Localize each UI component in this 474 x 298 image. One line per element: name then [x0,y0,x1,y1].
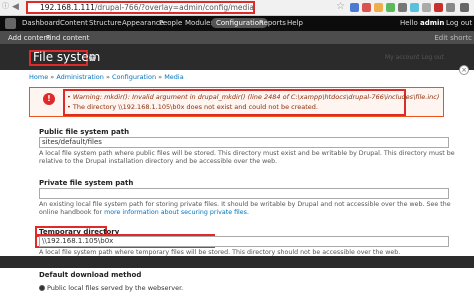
error-line-directory: • The directory \\192.168.1.105\b0x does… [67,103,318,111]
toolbar-item-appearance[interactable]: Appearance [122,19,164,27]
back-arrow-icon[interactable]: ◀ [12,2,19,12]
extension-icon[interactable] [422,3,431,12]
public-path-description: A local file system path where public fi… [39,150,455,165]
securing-private-files-link[interactable]: more information about securing private … [104,209,247,216]
extension-icon[interactable] [374,3,383,12]
extension-icon[interactable] [386,3,395,12]
toolbar-item-structure[interactable]: Structure [89,19,122,27]
breadcrumb-media[interactable]: Media [164,73,184,81]
add-content-shortcut[interactable]: Add content [8,34,51,42]
extension-icon[interactable] [398,3,407,12]
find-content-shortcut[interactable]: Find content [46,34,89,42]
logout-link[interactable]: Log out [446,19,472,27]
download-method-label: Default download method [39,271,142,279]
breadcrumb-configuration[interactable]: Configuration [112,73,156,81]
bookmark-star-icon[interactable]: ☆ [336,1,345,12]
extension-icon[interactable] [410,3,419,12]
private-path-input[interactable] [39,188,449,199]
menu-icon[interactable] [460,3,469,12]
extension-icon[interactable] [362,3,371,12]
breadcrumb-administration[interactable]: Administration [56,73,104,81]
user-greeting: Hello admin [400,19,445,27]
error-icon: ! [43,93,55,105]
header-links[interactable]: My account Log out [385,54,444,61]
public-path-label: Public file system path [39,128,130,136]
toolbar-item-modules[interactable]: Modules [185,19,214,27]
browser-address-bar: ⓘ ◀ 192.168.1.111/drupal-766/?overlay=ad… [0,0,474,16]
breadcrumb-home[interactable]: Home [29,73,48,81]
private-path-description: An existing local file system path for s… [39,201,451,216]
page-header: File system + My account Log out [0,44,474,70]
shortcuts-bar: Add content Find content Edit shortc [0,31,474,44]
add-shortcut-icon[interactable]: + [89,54,96,61]
extension-icon[interactable] [446,3,455,12]
private-path-label: Private file system path [39,179,134,187]
overlay-band [0,256,474,268]
extension-icon[interactable] [350,3,359,12]
breadcrumb: Home » Administration » Configuration » … [29,73,184,81]
url-input[interactable]: 192.168.1.111/drupal-766/?overlay=admin/… [26,1,255,14]
home-icon[interactable] [5,18,16,29]
public-path-input[interactable]: sites/default/files [39,137,449,148]
public-download-radio[interactable] [39,285,45,291]
toolbar-item-dashboard[interactable]: Dashboard [22,19,60,27]
temp-directory-input[interactable]: \\192.168.1.105\b0x [39,236,449,247]
toolbar-item-reports[interactable]: Reports [259,19,286,27]
toolbar-item-people[interactable]: People [159,19,182,27]
edit-shortcuts-link[interactable]: Edit shortc [434,34,472,42]
admin-toolbar: Dashboard Content Structure Appearance P… [0,16,474,31]
username-link[interactable]: admin [420,19,444,27]
extension-icon[interactable] [434,3,443,12]
toolbar-item-help[interactable]: Help [287,19,303,27]
toolbar-item-content[interactable]: Content [60,19,88,27]
public-download-radio-label[interactable]: Public local files served by the webserv… [47,284,183,292]
error-line-warning: • Warning: mkdir(): Invalid argument in … [67,93,440,101]
page-info-icon[interactable]: ⓘ [2,1,9,11]
close-overlay-icon[interactable]: × [459,65,469,75]
